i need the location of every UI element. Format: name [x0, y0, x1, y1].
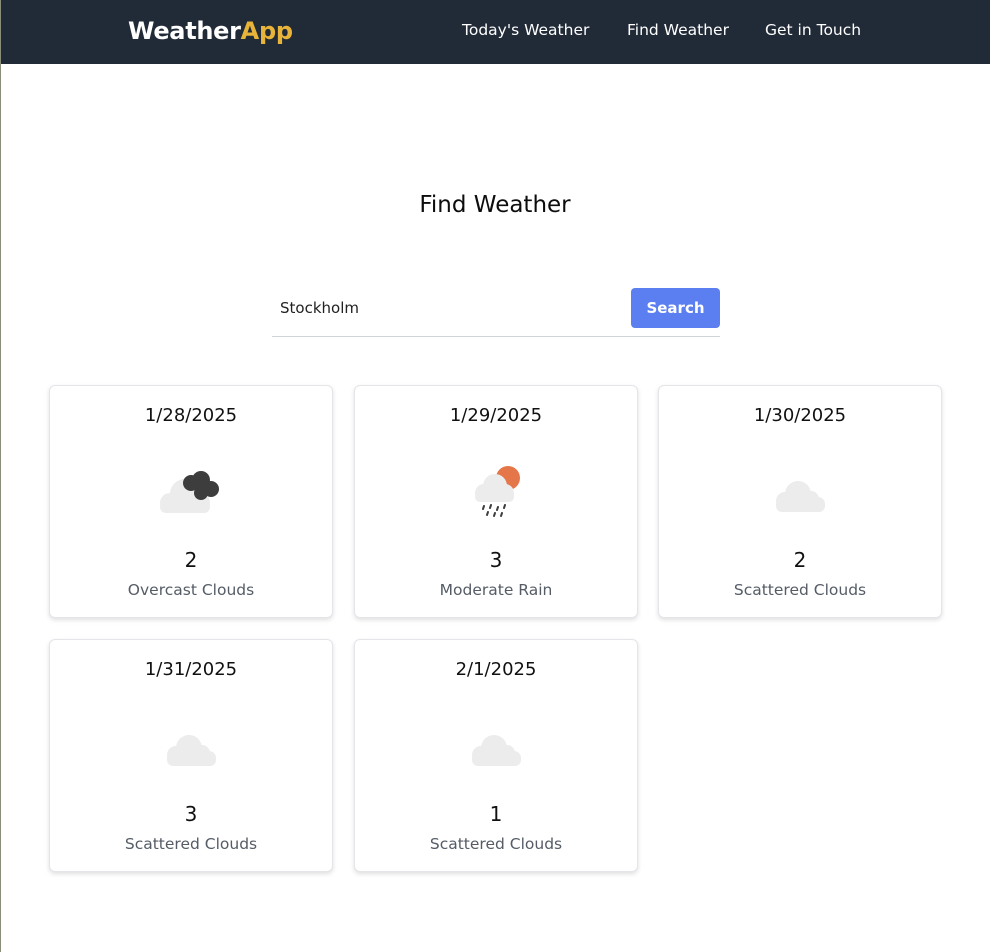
- forecast-date: 1/30/2025: [753, 405, 847, 426]
- search-form: Search: [272, 286, 720, 337]
- navbar: WeatherApp Today's Weather Find Weather …: [1, 0, 990, 64]
- forecast-card: 1/31/2025 3 Scattered Clouds: [49, 639, 333, 872]
- forecast-description: Scattered Clouds: [429, 835, 563, 853]
- forecast-date: 1/28/2025: [144, 405, 238, 426]
- brand-logo[interactable]: WeatherApp: [128, 17, 293, 45]
- forecast-card: 2/1/2025 1 Scattered Clouds: [354, 639, 638, 872]
- forecast-description: Scattered Clouds: [733, 581, 867, 599]
- forecast-temperature: 3: [489, 548, 503, 572]
- forecast-date: 1/29/2025: [449, 405, 543, 426]
- forecast-temperature: 2: [793, 548, 807, 572]
- search-input[interactable]: [272, 288, 622, 328]
- forecast-temperature: 1: [489, 802, 503, 826]
- scattered-clouds-icon: [472, 735, 521, 766]
- forecast-date: 1/31/2025: [144, 659, 238, 680]
- moderate-rain-icon: [475, 466, 520, 517]
- nav-link-get-in-touch[interactable]: Get in Touch: [765, 21, 861, 39]
- forecast-description: Overcast Clouds: [127, 581, 255, 599]
- brand-name: Weather: [128, 17, 241, 45]
- forecast-temperature: 2: [184, 548, 198, 572]
- forecast-card: 1/30/2025 2 Scattered Clouds: [658, 385, 942, 618]
- forecast-description: Moderate Rain: [439, 581, 553, 599]
- search-button[interactable]: Search: [631, 288, 720, 328]
- forecast-date: 2/1/2025: [455, 659, 537, 680]
- forecast-description: Scattered Clouds: [124, 835, 258, 853]
- scattered-clouds-icon: [167, 735, 216, 766]
- page-title: Find Weather: [419, 192, 571, 218]
- forecast-temperature: 3: [184, 802, 198, 826]
- nav-link-todays-weather[interactable]: Today's Weather: [462, 21, 589, 39]
- scattered-clouds-icon: [776, 481, 825, 512]
- forecast-card: 1/29/2025 3 Moderate Rain: [354, 385, 638, 618]
- brand-accent: App: [240, 17, 293, 45]
- nav-link-find-weather[interactable]: Find Weather: [627, 21, 729, 39]
- overcast-clouds-icon: [160, 471, 219, 513]
- forecast-card: 1/28/2025 2 Overcast Clouds: [49, 385, 333, 618]
